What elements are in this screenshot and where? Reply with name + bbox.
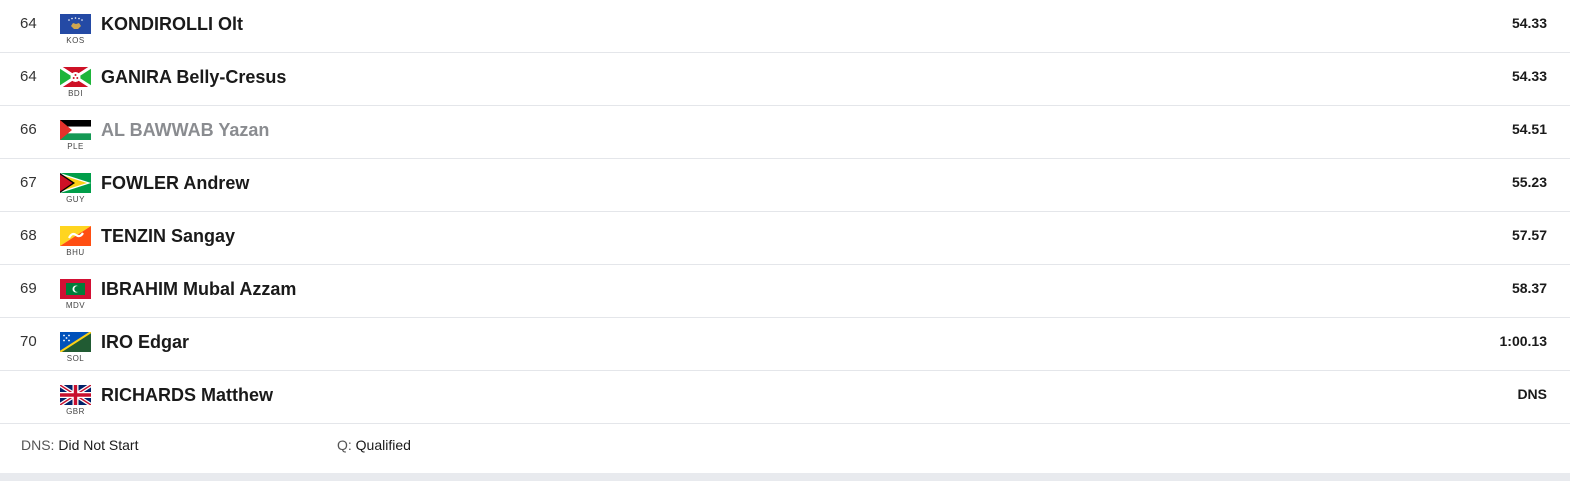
legend-abbr: DNS:	[21, 437, 55, 453]
flag-gbr-icon: GBR	[60, 385, 91, 416]
rank: 70	[20, 333, 37, 350]
rank: 66	[20, 121, 37, 138]
results-table: 64 KOS KONDIROLLI Olt 54.33 64 BDI GANIR…	[0, 0, 1570, 424]
athlete-name[interactable]: TENZIN Sangay	[101, 226, 235, 247]
flag-bdi-icon: BDI	[60, 67, 91, 98]
legend-item-q: Q: Qualified	[337, 437, 411, 453]
legend-item-dns: DNS: Did Not Start	[21, 437, 138, 453]
noc-code: GBR	[66, 407, 85, 416]
flag-kos-icon: KOS	[60, 14, 91, 45]
table-row[interactable]: 70 SOL IRO Edgar 1:00.13	[0, 318, 1570, 371]
athlete-name[interactable]: GANIRA Belly-Cresus	[101, 67, 286, 88]
result-value: 1:00.13	[1499, 333, 1547, 349]
rank: 68	[20, 227, 37, 244]
rank: 69	[20, 280, 37, 297]
athlete-name[interactable]: AL BAWWAB Yazan	[101, 120, 269, 141]
table-row[interactable]: 67 GUY FOWLER Andrew 55.23	[0, 159, 1570, 212]
legend-desc: Qualified	[355, 437, 411, 453]
athlete-name[interactable]: IBRAHIM Mubal Azzam	[101, 279, 296, 300]
legend-desc: Did Not Start	[58, 437, 139, 453]
flag-mdv-icon: MDV	[60, 279, 91, 310]
footer-divider	[0, 473, 1570, 481]
noc-code: MDV	[65, 301, 86, 310]
table-row[interactable]: 64 KOS KONDIROLLI Olt 54.33	[0, 0, 1570, 53]
rank: 64	[20, 15, 37, 32]
rank: 64	[20, 68, 37, 85]
table-row[interactable]: 68 BHU TENZIN Sangay 57.57	[0, 212, 1570, 265]
table-row[interactable]: 66 PLE AL BAWWAB Yazan 54.51	[0, 106, 1570, 159]
noc-code: SOL	[66, 354, 85, 363]
result-value: DNS	[1517, 386, 1547, 402]
noc-code: BHU	[66, 248, 85, 257]
result-value: 57.57	[1511, 227, 1547, 243]
result-value: 54.51	[1511, 121, 1547, 137]
legend-abbr: Q:	[337, 437, 352, 453]
result-value: 55.23	[1511, 174, 1547, 190]
result-value: 58.37	[1511, 280, 1547, 296]
result-value: 54.33	[1511, 68, 1547, 84]
table-row[interactable]: GBR RICHARDS Matthew DNS	[0, 371, 1570, 424]
flag-bhu-icon: BHU	[60, 226, 91, 257]
athlete-name[interactable]: FOWLER Andrew	[101, 173, 249, 194]
table-row[interactable]: 69 MDV IBRAHIM Mubal Azzam 58.37	[0, 265, 1570, 318]
flag-sol-icon: SOL	[60, 332, 91, 363]
noc-code: GUY	[66, 195, 85, 204]
athlete-name[interactable]: RICHARDS Matthew	[101, 385, 273, 406]
flag-guy-icon: GUY	[60, 173, 91, 204]
noc-code: BDI	[68, 89, 83, 98]
rank: 67	[20, 174, 37, 191]
athlete-name[interactable]: IRO Edgar	[101, 332, 189, 353]
flag-ple-icon: PLE	[60, 120, 91, 151]
table-row[interactable]: 64 BDI GANIRA Belly-Cresus 54.33	[0, 53, 1570, 106]
noc-code: PLE	[67, 142, 84, 151]
athlete-name[interactable]: KONDIROLLI Olt	[101, 14, 243, 35]
noc-code: KOS	[66, 36, 85, 45]
result-value: 54.33	[1511, 15, 1547, 31]
legend: DNS: Did Not Start Q: Qualified	[0, 437, 1570, 457]
